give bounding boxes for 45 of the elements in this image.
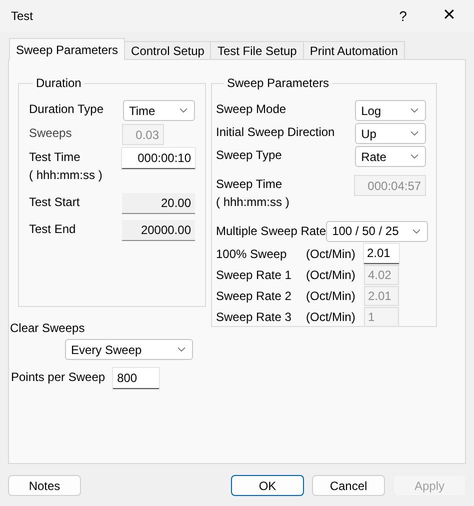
field-label: Sweep Type	[216, 147, 282, 164]
tab[interactable]: Control Setup	[124, 41, 212, 60]
group-title: Sweep Parameters	[226, 75, 330, 92]
field-label: Test Time	[29, 149, 82, 166]
help-button[interactable]: ?	[380, 0, 426, 32]
field-label: Clear Sweeps	[10, 320, 86, 337]
input-field[interactable]: 20000.00	[122, 220, 195, 241]
dropdown[interactable]: Log	[355, 100, 426, 121]
field-label: Initial Sweep Direction	[216, 124, 335, 141]
dropdown[interactable]: Up	[355, 123, 426, 144]
format-hint: ( hhh:mm:ss )	[29, 167, 102, 184]
field-label: Sweep Rate 2	[216, 288, 292, 304]
unit-label: (Oct/Min)	[306, 246, 356, 262]
dialog-button[interactable]: OK	[231, 475, 304, 496]
field-label: 100% Sweep	[216, 246, 288, 262]
group-title: Duration	[35, 75, 82, 92]
input-field[interactable]: 2.01	[364, 244, 399, 264]
field-label: Sweep Time	[216, 176, 284, 193]
input-field[interactable]: 800	[113, 368, 160, 389]
dropdown[interactable]: 100 / 50 / 25	[326, 220, 428, 242]
field-label: Test Start	[29, 194, 80, 211]
close-button[interactable]: ✕	[426, 0, 472, 32]
field-label: Test End	[29, 221, 76, 238]
dropdown[interactable]: Rate	[355, 146, 426, 167]
unit-label: (Oct/Min)	[306, 308, 356, 326]
tab[interactable]: Print Automation	[302, 41, 405, 60]
tab[interactable]: Sweep Parameters	[9, 38, 126, 60]
notes-button[interactable]: Notes	[8, 475, 81, 496]
field-label: Sweeps	[29, 125, 72, 142]
field-label: Multiple Sweep Rate	[216, 223, 326, 240]
dropdown[interactable]: Every Sweep	[65, 339, 193, 360]
field-label: Duration Type	[29, 101, 104, 118]
input-field[interactable]: 20.00	[122, 193, 195, 214]
tab[interactable]: Test File Setup	[210, 41, 304, 60]
unit-label: (Oct/Min)	[306, 266, 356, 284]
field-label: Sweep Mode	[216, 101, 286, 118]
input-field[interactable]: 000:00:10	[122, 148, 195, 169]
format-hint: ( hhh:mm:ss )	[216, 194, 290, 211]
field-label: Sweep Rate 3	[216, 308, 292, 326]
field-label: Points per Sweep	[11, 368, 106, 386]
dialog-button[interactable]: Cancel	[312, 475, 385, 496]
dropdown[interactable]: Time	[123, 100, 195, 121]
field-label: Sweep Rate 1	[216, 266, 292, 284]
unit-label: (Oct/Min)	[306, 288, 356, 304]
window-title: Test	[11, 8, 34, 25]
